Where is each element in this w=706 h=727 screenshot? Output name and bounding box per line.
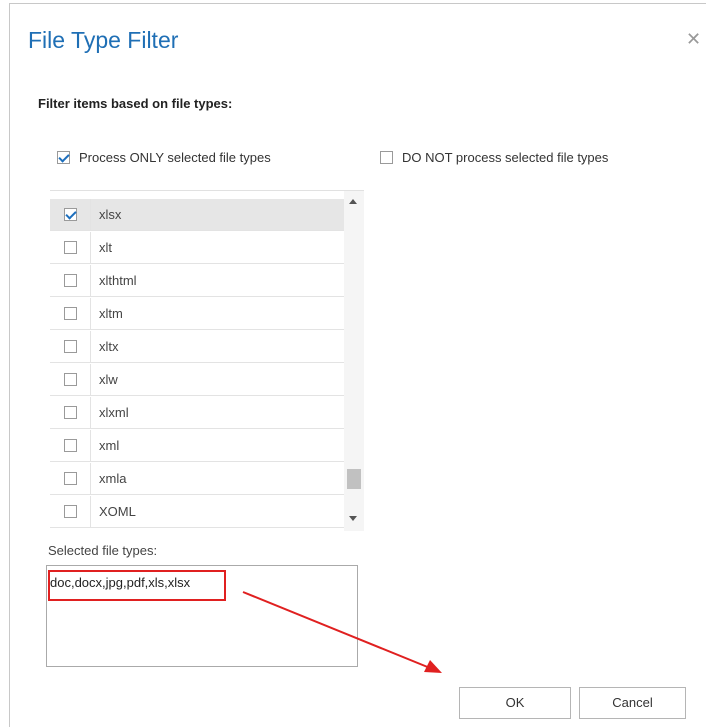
cancel-button[interactable]: Cancel [579, 687, 686, 719]
annotation-arrow [242, 591, 442, 673]
ok-button[interactable]: OK [459, 687, 571, 719]
